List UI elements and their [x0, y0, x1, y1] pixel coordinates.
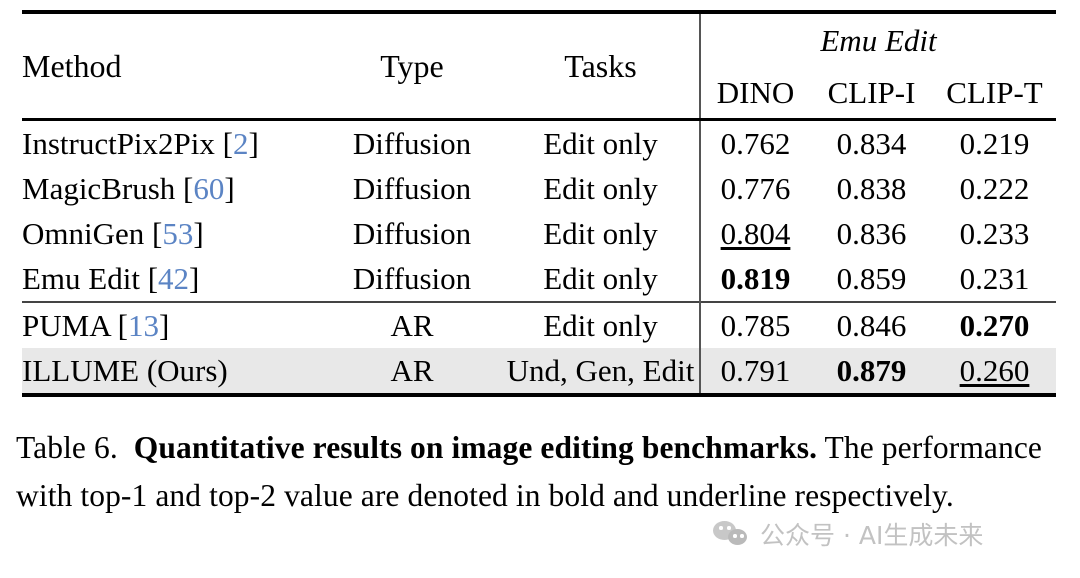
cell-tasks: Und, Gen, Edit [502, 348, 700, 395]
cell-type: AR [322, 348, 502, 395]
method-name: MagicBrush [22, 171, 176, 206]
method-name: ILLUME (Ours) [22, 353, 228, 388]
column-header-method: Method [22, 48, 122, 84]
cell-dino: 0.785 [699, 303, 810, 348]
citation-bracket-open: [ [147, 261, 159, 296]
cell-clip-i: 0.859 [836, 261, 907, 296]
caption-title: Quantitative results on image editing be… [133, 430, 818, 465]
method-name: Emu Edit [22, 261, 140, 296]
citation-ref[interactable]: 2 [233, 126, 249, 161]
citation-ref[interactable]: 42 [158, 261, 189, 296]
citation-ref[interactable]: 60 [193, 171, 224, 206]
citation-bracket-close: ] [158, 308, 170, 343]
method-name: OmniGen [22, 216, 145, 251]
cell-clip-i: 0.834 [836, 126, 907, 161]
cell-type: Diffusion [352, 171, 472, 206]
value-second-best: 0.804 [720, 216, 791, 251]
table-row: PUMA [13] AR Edit only 0.785 0.846 0.270 [22, 303, 1056, 348]
table-row: Emu Edit [42] Diffusion Edit only 0.819 … [22, 256, 1056, 302]
citation-bracket-open: [ [117, 308, 128, 343]
table-rule-bottom [22, 393, 1056, 399]
cell-type: Diffusion [352, 261, 472, 296]
method-name: PUMA [22, 308, 110, 343]
cell-method: PUMA [13] [22, 303, 322, 348]
cell-clip-t: 0.222 [959, 171, 1030, 206]
cell-clip-t: 0.219 [959, 126, 1030, 161]
cell-dino: 0.776 [699, 166, 810, 211]
cell-tasks: Edit only [543, 126, 658, 161]
cell-type: Diffusion [352, 216, 472, 251]
cell-method: Emu Edit [42] [22, 256, 322, 302]
cell-dino: 0.804 [699, 211, 810, 256]
cell-type: Diffusion [352, 126, 472, 161]
cell-dino: 0.819 [699, 256, 810, 302]
cell-method: OmniGen [53] [22, 211, 322, 256]
cell-clip-t: 0.270 [933, 303, 1056, 348]
citation-bracket-close: ] [189, 261, 200, 296]
cell-method: InstructPix2Pix [2] [22, 121, 322, 166]
column-header-tasks: Tasks [564, 48, 637, 84]
caption-label: Table 6. [16, 430, 118, 465]
cell-clip-i: 0.879 [810, 348, 933, 395]
watermark-text: 公众号 · AI生成未来 [760, 521, 984, 550]
cell-clip-t: 0.231 [959, 261, 1030, 296]
value-best: 0.819 [720, 261, 791, 296]
method-name: InstructPix2Pix [22, 126, 215, 161]
value-best: 0.270 [959, 308, 1030, 343]
column-header-clip-t: CLIP-T [946, 74, 1043, 110]
cell-clip-t: 0.260 [933, 348, 1056, 395]
citation-bracket-open: [ [152, 216, 163, 251]
column-header-dino: DINO [699, 66, 810, 120]
column-header-type: Type [380, 48, 444, 84]
wechat-icon [713, 520, 751, 548]
table-row: MagicBrush [60] Diffusion Edit only 0.77… [22, 166, 1056, 211]
column-group-header-emu-edit: Emu Edit [699, 14, 1056, 66]
value-best: 0.879 [836, 353, 907, 388]
cell-clip-i: 0.846 [836, 308, 907, 343]
cell-dino: 0.762 [699, 121, 810, 166]
cell-tasks: Edit only [543, 216, 658, 251]
cell-clip-i: 0.836 [836, 216, 907, 251]
value-second-best: 0.260 [959, 353, 1030, 388]
citation-bracket-open: [ [183, 171, 194, 206]
table-row: InstructPix2Pix [2] Diffusion Edit only … [22, 121, 1056, 166]
cell-tasks: Edit only [543, 261, 658, 296]
cell-tasks: Edit only [543, 308, 658, 343]
citation-bracket-open: [ [222, 126, 233, 161]
cell-method: MagicBrush [60] [22, 166, 322, 211]
table-group-header-row: Method Type Tasks Emu Edit [22, 14, 1056, 82]
table-caption: Table 6. Quantitative results on image e… [16, 424, 1064, 520]
watermark: 公众号 · AI生成未来 [713, 516, 983, 552]
cell-type: AR [390, 308, 434, 343]
table-row-highlighted: ILLUME (Ours) AR Und, Gen, Edit 0.791 0.… [22, 348, 1056, 395]
citation-bracket-close: ] [248, 126, 259, 161]
results-table: Method Type Tasks Emu Edit DINO CLIP-I C… [22, 10, 1056, 399]
table-row: OmniGen [53] Diffusion Edit only 0.804 0… [22, 211, 1056, 256]
cell-tasks: Edit only [543, 171, 658, 206]
citation-ref[interactable]: 53 [162, 216, 193, 251]
citation-bracket-close: ] [193, 216, 204, 251]
table-figure: Method Type Tasks Emu Edit DINO CLIP-I C… [22, 10, 1056, 406]
cell-clip-t: 0.233 [959, 216, 1030, 251]
column-header-clip-i: CLIP-I [827, 74, 916, 110]
cell-dino: 0.791 [699, 348, 810, 395]
cell-clip-i: 0.838 [836, 171, 907, 206]
citation-ref[interactable]: 13 [128, 308, 159, 343]
cell-method: ILLUME (Ours) [22, 348, 322, 395]
citation-bracket-close: ] [224, 171, 235, 206]
